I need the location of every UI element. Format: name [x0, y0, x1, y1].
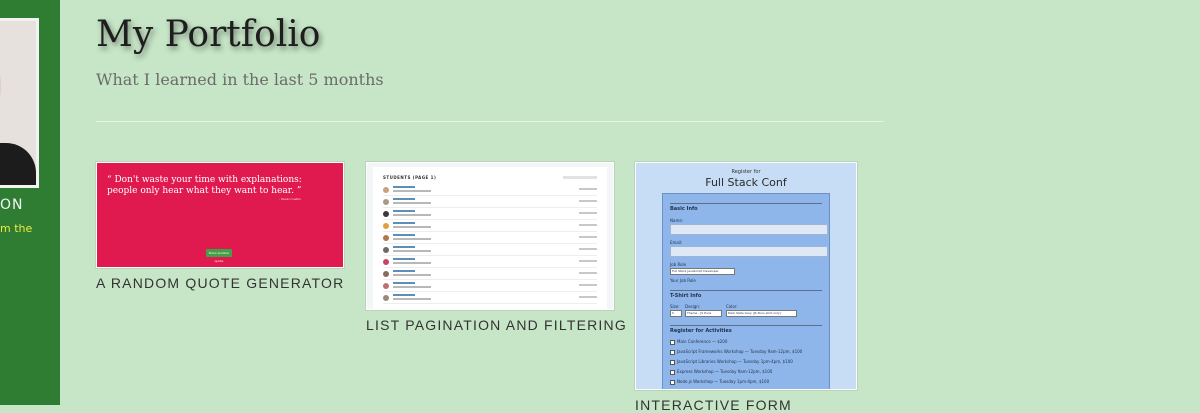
form-color-select: Dark Slate Grey (JS Puns shirt only) — [726, 310, 797, 317]
list-item — [383, 293, 597, 304]
form-activity-item: JavaScript Frameworks Workshop — Tuesday… — [670, 349, 802, 355]
quote-button-label: Show another quote — [208, 251, 230, 263]
list-item — [383, 221, 597, 232]
sidebar: ON m the — [0, 0, 60, 405]
avatar-shoulder — [0, 143, 36, 185]
list-item — [383, 197, 597, 208]
list-item — [383, 269, 597, 280]
form-header: Register for Full Stack Conf — [636, 169, 856, 189]
quote-text: “ Don't waste your time with explanation… — [107, 175, 302, 196]
form-divider — [670, 290, 822, 291]
project-caption[interactable]: A RANDOM QUOTE GENERATOR — [96, 275, 344, 291]
list-item — [383, 281, 597, 292]
project-card-interactive-form[interactable]: Register for Full Stack Conf Basic Info … — [635, 162, 857, 413]
form-job-role-select: Full Stack JavaScript Developer — [670, 268, 735, 275]
form-activity-item: Express Workshop — Tuesday 9am-12pm, $10… — [670, 369, 772, 375]
form-email-input — [670, 246, 828, 257]
project-thumbnail-list[interactable]: STUDENTS (PAGE 1) — [366, 162, 614, 310]
form-basic-info: Basic Info — [670, 206, 698, 212]
form-preview: Basic Info Name: Email: Job Role Full St… — [662, 193, 830, 389]
form-activity-item: Node.js Workshop — Tuesday 1pm-4pm, $100 — [670, 379, 769, 385]
project-caption[interactable]: INTERACTIVE FORM — [635, 397, 857, 413]
form-job-role-label: Job Role — [670, 262, 687, 267]
page-title: My Portfolio — [96, 14, 321, 55]
sidebar-tagline: m the — [0, 222, 33, 235]
sidebar-name: ON — [0, 197, 24, 213]
list-search-box — [563, 176, 597, 179]
form-name-input — [670, 224, 828, 235]
form-name-label: Name: — [670, 218, 684, 223]
form-conf-title: Full Stack Conf — [705, 176, 787, 189]
form-your-job-role: Your Job Role — [670, 278, 696, 283]
form-activity-item: JavaScript Libraries Workshop — Tuesday … — [670, 359, 793, 365]
list-item — [383, 233, 597, 244]
project-card-quote-generator[interactable]: “ Don't waste your time with explanation… — [96, 162, 344, 291]
list-item — [383, 185, 597, 196]
quote-author: - Paulo Coelho — [279, 197, 301, 201]
form-design-label: Design: — [685, 304, 701, 309]
project-thumbnail-form[interactable]: Register for Full Stack Conf Basic Info … — [635, 162, 857, 390]
form-divider — [670, 325, 822, 326]
list-heading: STUDENTS (PAGE 1) — [383, 175, 437, 180]
project-card-list-pagination[interactable]: STUDENTS (PAGE 1) LIST PAGINATION AND FI… — [366, 162, 627, 333]
form-design-select: Theme - JS Puns — [685, 310, 722, 317]
project-caption[interactable]: LIST PAGINATION AND FILTERING — [366, 317, 627, 333]
list-item — [383, 245, 597, 256]
avatar — [0, 18, 39, 188]
show-another-quote-button: Show another quote — [206, 249, 232, 263]
form-activity-item: Main Conference — $200 — [670, 339, 727, 345]
form-register-for: Register for — [731, 169, 761, 175]
form-size-select: S — [670, 310, 682, 317]
avatar-face — [0, 51, 1, 121]
form-size-label: Size: — [670, 304, 680, 309]
form-color-label: Color: — [726, 304, 738, 309]
header-divider — [96, 121, 884, 122]
form-activities-heading: Register for Activities — [670, 328, 732, 334]
form-divider — [670, 203, 822, 204]
list-item — [383, 209, 597, 220]
list-preview: STUDENTS (PAGE 1) — [373, 167, 607, 309]
form-tshirt-info: T-Shirt Info — [670, 293, 702, 299]
form-email-label: Email: — [670, 240, 683, 245]
page-subtitle: What I learned in the last 5 months — [96, 70, 384, 89]
list-item — [383, 257, 597, 268]
project-thumbnail-quote[interactable]: “ Don't waste your time with explanation… — [96, 162, 344, 268]
